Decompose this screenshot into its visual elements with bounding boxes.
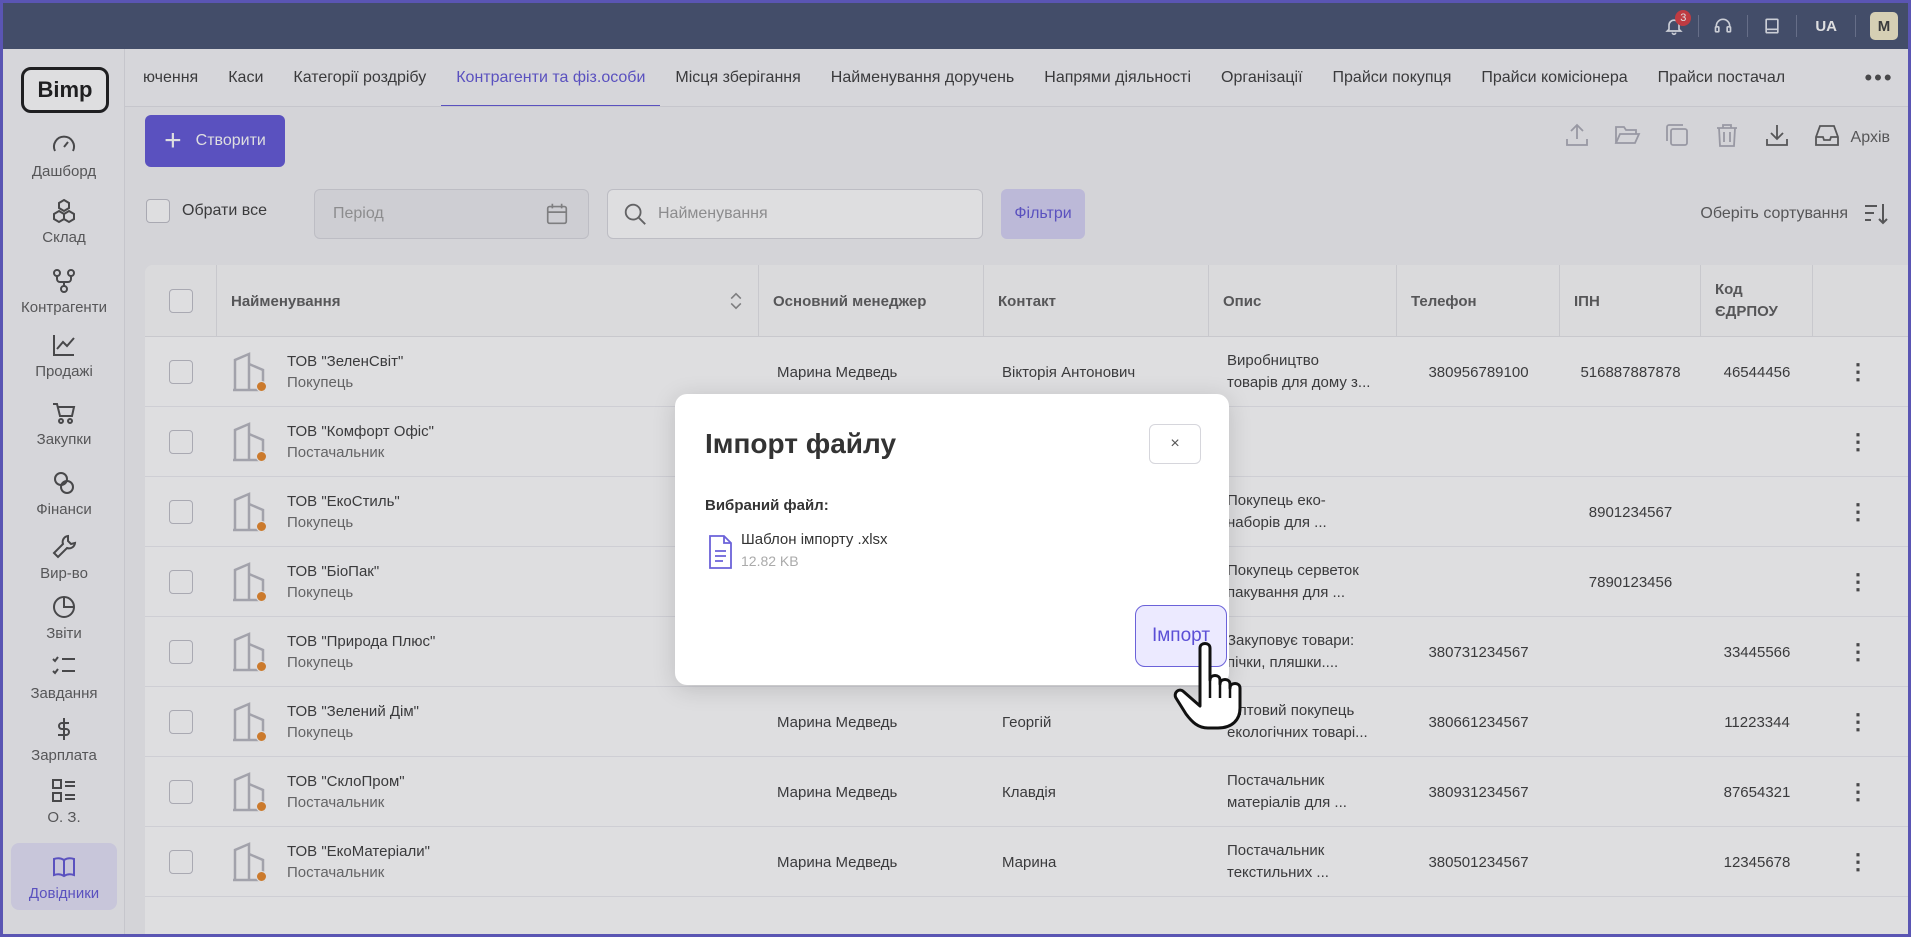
dialog-title: Імпорт файлу [705, 428, 897, 459]
close-icon: × [1170, 435, 1180, 452]
selected-file-label: Вибраний файл: [705, 497, 829, 514]
import-dialog: Імпорт файлу × Вибраний файл: Шаблон імп… [675, 394, 1229, 685]
modal-overlay[interactable]: Імпорт файлу × Вибраний файл: Шаблон імп… [0, 0, 1911, 937]
hand-pointer-icon [1173, 642, 1242, 730]
close-button[interactable]: × [1149, 424, 1201, 464]
selected-file: Шаблон імпорту .xlsx 12.82 KB [705, 531, 888, 570]
file-size: 12.82 KB [741, 553, 799, 569]
file-name: Шаблон імпорту .xlsx [741, 531, 888, 548]
document-icon [709, 535, 732, 569]
